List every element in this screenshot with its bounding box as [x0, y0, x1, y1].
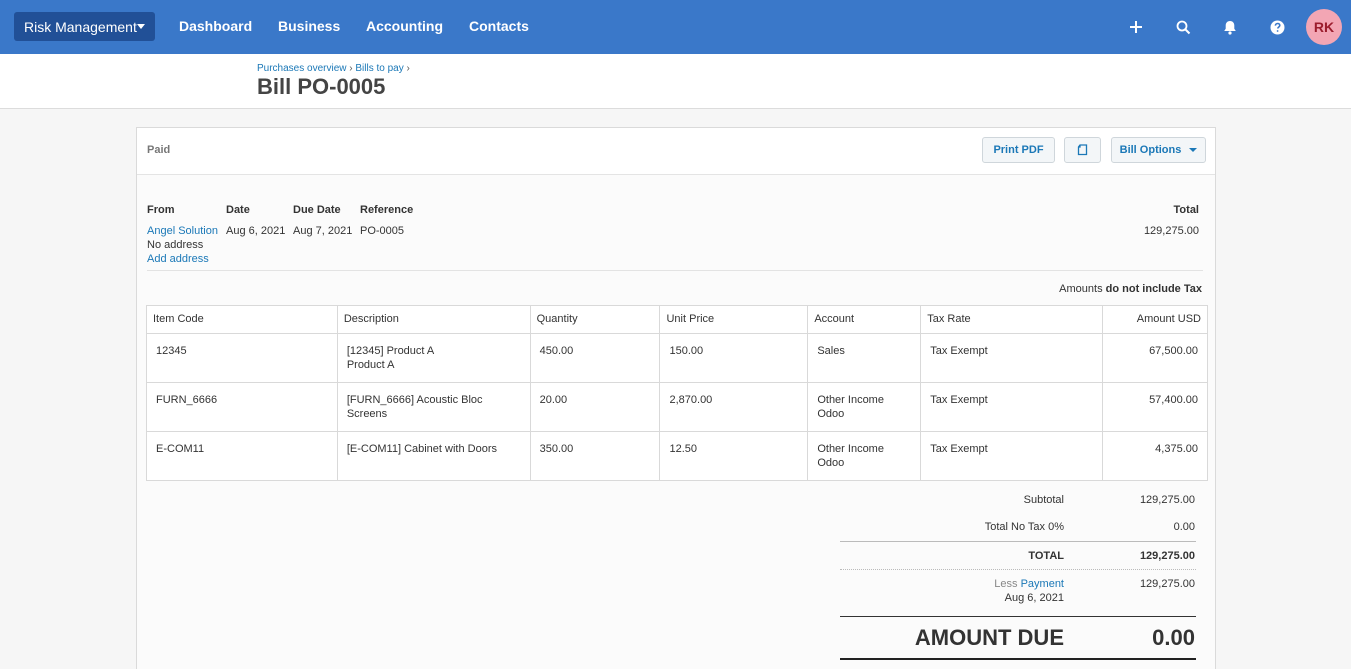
subtotal-value: 129,275.00: [1139, 494, 1195, 506]
status-badge: Paid: [147, 144, 171, 156]
item-quantity: 450.00: [529, 333, 661, 383]
subtotal-label: Subtotal: [1023, 494, 1064, 506]
bell-icon[interactable]: [1219, 16, 1241, 38]
breadcrumb-separator: ›: [349, 63, 353, 74]
table-row[interactable]: 12345 [12345] Product A Product A 450.00 …: [146, 333, 1208, 383]
tax-note: Amounts do not include Tax: [1059, 283, 1202, 295]
line-items-table: Item Code Description Quantity Unit Pric…: [146, 305, 1208, 481]
copy-icon: [1077, 143, 1088, 155]
vendor-address: No address: [147, 239, 204, 251]
page-header: Purchases overview › Bills to pay › Bill…: [0, 54, 1351, 109]
breadcrumb-separator: ›: [406, 63, 410, 74]
bill-total: 129,275.00: [1143, 225, 1199, 237]
page-title: Bill PO-0005: [257, 74, 386, 99]
divider: [840, 541, 1196, 542]
reference-label: Reference: [360, 204, 414, 216]
date-label: Date: [226, 204, 250, 216]
nav-accounting[interactable]: Accounting: [366, 18, 443, 34]
breadcrumb-bills-to-pay[interactable]: Bills to pay: [355, 63, 403, 74]
top-navigation-bar: Risk Management Dashboard Business Accou…: [0, 0, 1351, 54]
item-amount: 4,375.00: [1102, 431, 1208, 481]
due-date-label: Due Date: [293, 204, 341, 216]
divider: [840, 569, 1196, 570]
item-code: FURN_6666: [146, 382, 338, 432]
item-code: 12345: [146, 333, 338, 383]
bill-toolbar: Paid Print PDF Bill Options: [137, 128, 1215, 175]
column-header: Amount USD: [1102, 305, 1208, 334]
item-code: E-COM11: [146, 431, 338, 481]
copy-button[interactable]: [1064, 137, 1101, 163]
item-quantity: 350.00: [529, 431, 661, 481]
column-header: Unit Price: [659, 305, 809, 334]
table-row[interactable]: FURN_6666 [FURN_6666] Acoustic Bloc Scree…: [146, 382, 1208, 432]
item-description: [12345] Product A Product A: [336, 333, 531, 383]
payment-amount-link[interactable]: 129,275.00: [1140, 578, 1195, 590]
print-pdf-label: Print PDF: [993, 144, 1044, 156]
tax-total-label: Total No Tax 0%: [984, 521, 1064, 533]
item-account: Other Income Odoo: [807, 382, 922, 432]
search-icon[interactable]: [1172, 16, 1194, 38]
divider: [840, 616, 1196, 617]
column-header: Account: [807, 305, 922, 334]
bill-due-date: Aug 7, 2021: [293, 225, 353, 237]
table-row[interactable]: E-COM11 [E-COM11] Cabinet with Doors 350…: [146, 431, 1208, 481]
item-description: [E-COM11] Cabinet with Doors: [336, 431, 531, 481]
breadcrumb: Purchases overview › Bills to pay ›: [257, 63, 410, 74]
breadcrumb-purchases-overview[interactable]: Purchases overview: [257, 63, 346, 74]
plus-icon[interactable]: [1125, 16, 1147, 38]
nav-dashboard[interactable]: Dashboard: [179, 18, 252, 34]
nav-business[interactable]: Business: [278, 18, 340, 34]
amount-due-label: AMOUNT DUE: [914, 625, 1064, 650]
total-value: 129,275.00: [1139, 550, 1195, 562]
payment-line: Less Payment: [994, 578, 1064, 590]
from-label: From: [147, 204, 175, 216]
bill-options-label: Bill Options: [1119, 144, 1182, 156]
payment-link[interactable]: Payment: [1021, 578, 1064, 590]
add-address-link[interactable]: Add address: [147, 253, 209, 265]
item-tax-rate: Tax Exempt: [920, 333, 1103, 383]
item-tax-rate: Tax Exempt: [920, 382, 1103, 432]
organization-switcher[interactable]: Risk Management: [14, 12, 155, 41]
item-description: [FURN_6666] Acoustic Bloc Screens: [336, 382, 531, 432]
help-icon[interactable]: [1266, 16, 1288, 38]
tax-note-prefix: Amounts: [1059, 283, 1103, 295]
nav-contacts[interactable]: Contacts: [469, 18, 529, 34]
item-amount: 57,400.00: [1102, 382, 1208, 432]
bill-date: Aug 6, 2021: [226, 225, 286, 237]
item-account: Other Income Odoo: [807, 431, 922, 481]
bill-options-button[interactable]: Bill Options: [1111, 137, 1206, 163]
tax-note-emphasis: do not include Tax: [1105, 283, 1202, 295]
chevron-down-icon: [137, 24, 145, 29]
column-header: Tax Rate: [920, 305, 1103, 334]
payment-date: Aug 6, 2021: [1004, 592, 1064, 604]
total-label: TOTAL: [1028, 550, 1064, 562]
less-label: Less: [994, 578, 1018, 590]
item-unit-price: 12.50: [659, 431, 809, 481]
divider: [147, 270, 1203, 271]
item-account: Sales: [807, 333, 922, 383]
column-header: Quantity: [529, 305, 661, 334]
item-unit-price: 2,870.00: [659, 382, 809, 432]
table-header-row: Item Code Description Quantity Unit Pric…: [146, 305, 1208, 334]
vendor-link[interactable]: Angel Solution: [147, 225, 218, 237]
column-header: Description: [336, 305, 531, 334]
divider: [840, 658, 1196, 660]
total-label: Total: [1173, 204, 1199, 216]
chevron-down-icon: [1189, 148, 1198, 152]
tax-total-value: 0.00: [1173, 521, 1195, 533]
item-tax-rate: Tax Exempt: [920, 431, 1103, 481]
user-avatar[interactable]: RK: [1306, 9, 1342, 45]
print-pdf-button[interactable]: Print PDF: [982, 137, 1055, 163]
item-amount: 67,500.00: [1102, 333, 1208, 383]
organization-name: Risk Management: [24, 18, 137, 35]
column-header: Item Code: [146, 305, 338, 334]
item-unit-price: 150.00: [659, 333, 809, 383]
bill-card: Paid Print PDF Bill Options From Date Du…: [136, 127, 1216, 669]
bill-reference: PO-0005: [360, 225, 405, 237]
amount-due-value: 0.00: [1152, 625, 1195, 650]
item-quantity: 20.00: [529, 382, 661, 432]
